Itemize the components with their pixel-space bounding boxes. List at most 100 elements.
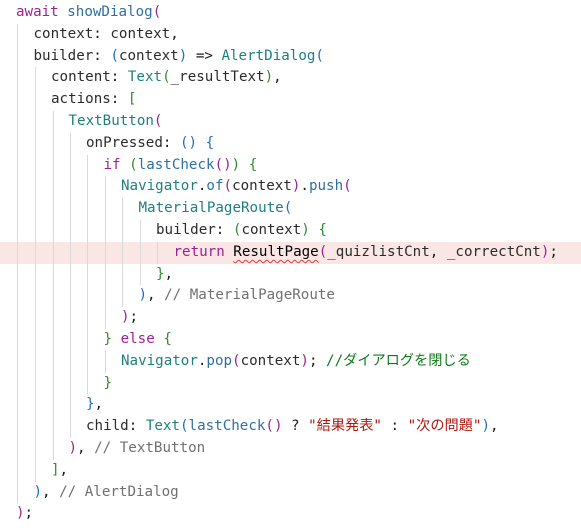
bracket: }: [86, 396, 95, 413]
code-line[interactable]: );: [0, 503, 581, 525]
code-text: ), // TextButton: [69, 438, 206, 460]
identifier: actions: [51, 91, 111, 108]
punctuation: :: [381, 418, 408, 435]
comment: // TextButton: [94, 440, 206, 456]
function-name: lastCheck: [137, 156, 215, 173]
bracket: ): [121, 309, 130, 326]
punctuation: :: [93, 25, 111, 42]
error-identifier: ResultPage: [233, 243, 319, 260]
punctuation: [59, 4, 68, 20]
function-name: pop: [206, 352, 233, 369]
bracket: {: [205, 134, 215, 151]
identifier: child: [86, 418, 129, 435]
keyword: await: [16, 4, 59, 20]
function-name: showDialog: [67, 4, 153, 20]
punctuation: ,: [170, 25, 179, 42]
code-line[interactable]: context: context,: [0, 24, 581, 46]
bracket: ): [16, 505, 25, 522]
code-text: child: Text(lastCheck() ? "結果発表" : "次の問題…: [86, 416, 499, 438]
bracket: ): [138, 287, 148, 304]
identifier: context: [241, 222, 302, 238]
identifier: context: [118, 47, 179, 64]
punctuation: ,: [59, 461, 69, 478]
code-text: }: [104, 373, 113, 395]
indent-guide-line: [53, 111, 54, 460]
code-line[interactable]: child: Text(lastCheck() ? "結果発表" : "次の問題…: [0, 416, 581, 438]
code-line[interactable]: onPressed: () {: [0, 133, 581, 155]
code-line[interactable]: content: Text(_resultText),: [0, 67, 581, 89]
code-editor[interactable]: await showDialog(context: context, builde…: [0, 0, 581, 531]
code-line[interactable]: actions: [: [0, 89, 581, 111]
identifier: onPressed: [86, 134, 163, 151]
punctuation: :: [162, 134, 180, 151]
code-line[interactable]: ), // TextButton: [0, 438, 581, 460]
bracket: ]: [51, 461, 60, 478]
bracket: ): [300, 352, 309, 369]
code-line[interactable]: ), // AlertDialog: [0, 482, 581, 504]
punctuation: ,: [273, 69, 282, 86]
bracket: ): [33, 483, 43, 500]
class-name: Text: [127, 69, 163, 86]
code-line[interactable]: TextButton(: [0, 111, 581, 133]
bracket: ): [178, 47, 188, 64]
identifier: _quizlistCnt: [327, 243, 430, 260]
class-name: Navigator: [121, 178, 198, 195]
code-text: TextButton(: [69, 111, 163, 133]
indent-guide-line: [122, 198, 123, 308]
bracket: (: [152, 4, 162, 20]
code-text: },: [86, 394, 103, 416]
indent-guide-line: [35, 67, 36, 482]
punctuation: ?: [282, 418, 309, 435]
class-name: Navigator: [121, 352, 198, 369]
code-line[interactable]: builder: (context) => AlertDialog(: [0, 46, 581, 68]
identifier: content: [51, 69, 111, 86]
punctuation: :: [110, 91, 128, 108]
indent-guide-line: [87, 154, 88, 395]
bracket: ): [301, 222, 310, 238]
keyword: if: [103, 156, 121, 173]
code-text: onPressed: () {: [86, 133, 214, 155]
bracket: (: [315, 47, 324, 64]
punctuation: ,: [42, 483, 60, 500]
bracket: (: [153, 113, 163, 129]
punctuation: ,: [147, 287, 165, 304]
identifier: builder: [156, 222, 216, 238]
bracket: {: [248, 156, 258, 173]
code-line[interactable]: ],: [0, 460, 581, 482]
bracket: (: [129, 156, 138, 173]
punctuation: ,: [164, 265, 174, 282]
code-text: content: Text(_resultText),: [51, 67, 282, 89]
punctuation: :: [128, 418, 146, 435]
class-name: MaterialPageRoute: [138, 200, 284, 217]
punctuation: [225, 244, 234, 260]
indent-guide-line: [140, 220, 141, 286]
bracket: {: [318, 222, 327, 238]
comment: //ダイアログを閉じる: [326, 352, 471, 369]
indent-guide-line: [157, 241, 158, 264]
punctuation: ;: [549, 243, 558, 260]
bracket: }: [103, 374, 113, 391]
code-line[interactable]: },: [0, 394, 581, 416]
class-name: Text: [145, 418, 180, 435]
indent-guide-line: [105, 350, 106, 373]
comment: // MaterialPageRoute: [164, 287, 335, 304]
punctuation: [112, 331, 121, 347]
function-name: lastCheck: [188, 418, 266, 435]
string-literal: "次の問題": [407, 418, 482, 435]
keyword: return: [173, 243, 225, 260]
bracket: ): [68, 440, 78, 456]
identifier: _resultText: [170, 69, 265, 86]
code-line[interactable]: await showDialog(: [0, 2, 581, 24]
bracket: [: [127, 91, 137, 108]
punctuation: [240, 157, 249, 173]
function-name: push: [308, 178, 344, 195]
bracket: ): [231, 156, 241, 173]
identifier: context: [110, 25, 171, 42]
punctuation: [197, 135, 206, 151]
code-text: builder: (context) {: [156, 220, 327, 242]
bracket: ): [264, 69, 274, 86]
bracket: (): [214, 156, 232, 173]
punctuation: ,: [429, 243, 447, 260]
code-text: );: [121, 307, 138, 329]
function-name: of: [206, 178, 224, 195]
